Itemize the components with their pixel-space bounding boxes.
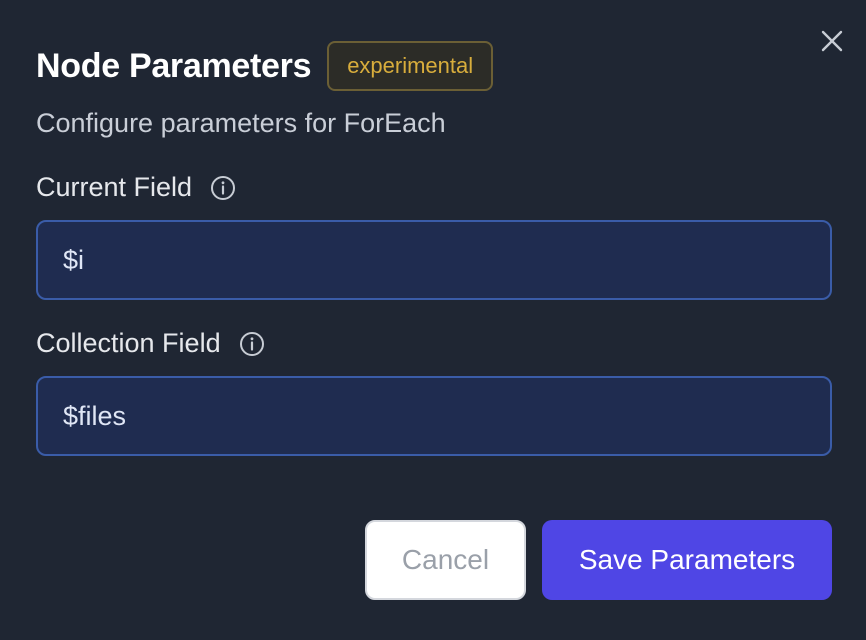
info-icon[interactable]: [210, 175, 236, 201]
current-field-label-row: Current Field: [36, 172, 236, 203]
current-field-label: Current Field: [36, 172, 193, 202]
cancel-button[interactable]: Cancel: [365, 520, 526, 600]
collection-field-label-row: Collection Field: [36, 328, 265, 359]
dialog-title: Node Parameters: [36, 46, 312, 85]
node-parameters-dialog: Node Parameters experimental Configure p…: [0, 0, 866, 640]
experimental-badge: experimental: [327, 41, 494, 91]
title-row: Node Parameters experimental: [36, 40, 494, 92]
collection-field-label: Collection Field: [36, 328, 221, 358]
dialog-subtitle: Configure parameters for ForEach: [36, 108, 446, 138]
close-icon[interactable]: [818, 27, 846, 55]
collection-field-input[interactable]: [36, 376, 832, 456]
save-parameters-button[interactable]: Save Parameters: [542, 520, 832, 600]
info-icon[interactable]: [239, 331, 265, 357]
current-field-input[interactable]: [36, 220, 832, 300]
